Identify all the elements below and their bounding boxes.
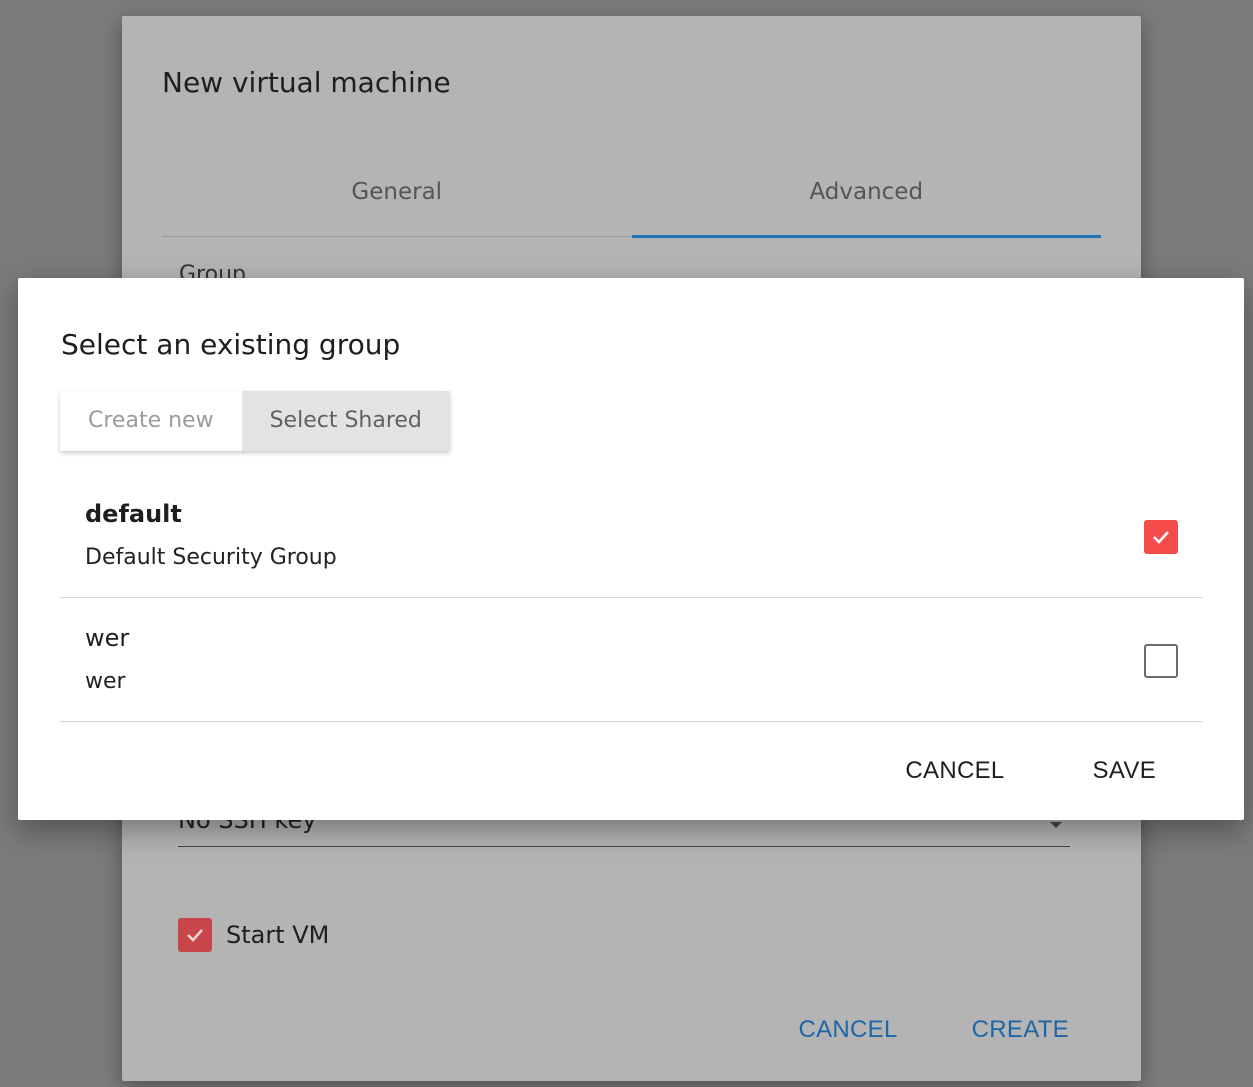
- group-checkbox[interactable]: [1144, 520, 1178, 554]
- modal-actions: CANCEL SAVE: [905, 757, 1156, 785]
- list-item[interactable]: default Default Security Group: [60, 474, 1203, 598]
- dialog-title: New virtual machine: [162, 66, 451, 99]
- modal-title: Select an existing group: [61, 328, 401, 361]
- tab-advanced[interactable]: Advanced: [631, 174, 1102, 238]
- select-group-modal: Select an existing group Create new Sele…: [18, 278, 1244, 820]
- select-shared-toggle[interactable]: Select Shared: [241, 391, 450, 451]
- group-description: wer: [85, 669, 126, 694]
- create-new-toggle[interactable]: Create new: [60, 391, 242, 451]
- tab-bar: General Advanced: [162, 174, 1102, 238]
- modal-cancel-button[interactable]: CANCEL: [905, 757, 1004, 785]
- cancel-button[interactable]: CANCEL: [798, 1016, 897, 1044]
- save-button[interactable]: SAVE: [1093, 757, 1156, 785]
- start-vm-row: Start VM: [178, 918, 329, 952]
- dialog-actions: CANCEL CREATE: [798, 1016, 1069, 1044]
- group-mode-toggle: Create new Select Shared: [60, 391, 450, 451]
- group-name: default: [85, 500, 182, 528]
- tab-general[interactable]: General: [162, 174, 632, 236]
- list-item[interactable]: wer wer: [60, 598, 1203, 722]
- check-icon: [187, 929, 203, 942]
- group-checkbox[interactable]: [1144, 644, 1178, 678]
- group-list: default Default Security Group wer wer: [60, 474, 1203, 722]
- group-name: wer: [85, 624, 130, 652]
- dropdown-arrow-icon: [1050, 822, 1062, 828]
- check-icon: [1153, 531, 1169, 544]
- group-description: Default Security Group: [85, 545, 337, 570]
- create-button[interactable]: CREATE: [972, 1016, 1069, 1044]
- start-vm-label: Start VM: [226, 921, 330, 949]
- start-vm-checkbox[interactable]: [178, 918, 212, 952]
